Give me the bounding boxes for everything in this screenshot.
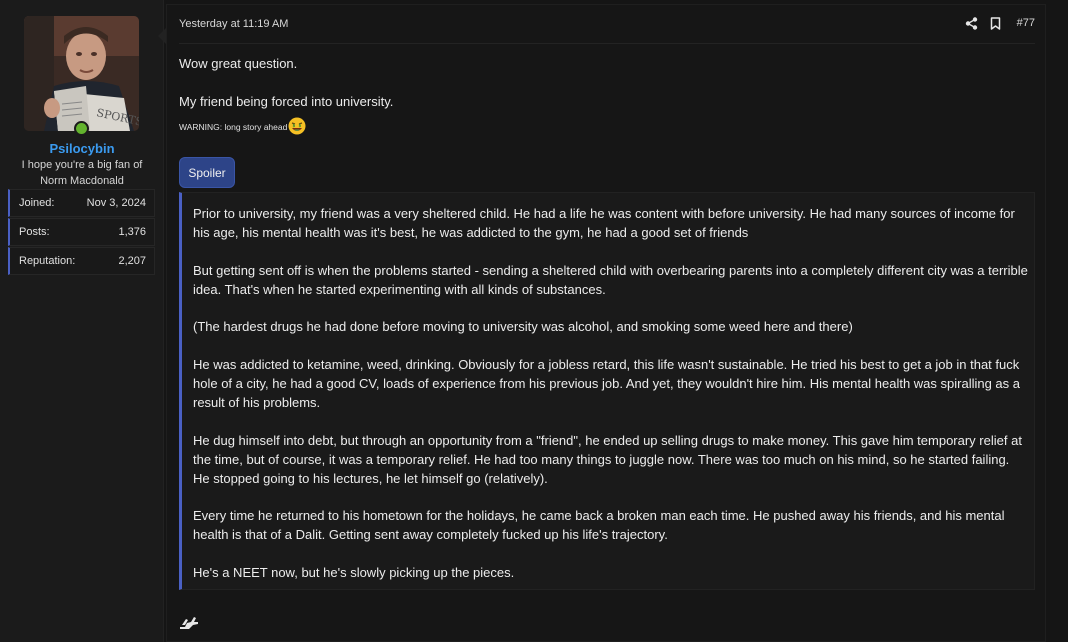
spoiler-button[interactable]: Spoiler bbox=[179, 157, 235, 188]
stat-value: Nov 3, 2024 bbox=[86, 197, 146, 209]
spoiler-content: Prior to university, my friend was a ver… bbox=[179, 192, 1035, 590]
post-line-1: Wow great question. bbox=[179, 56, 298, 71]
spoiler-paragraph: He's a NEET now, but he's slowly picking… bbox=[193, 565, 515, 580]
post-header: Yesterday at 11:19 AM #77 bbox=[179, 15, 1039, 35]
spoiler-paragraph: He dug himself into debt, but through an… bbox=[193, 433, 1022, 486]
stat-value[interactable]: 1,376 bbox=[118, 226, 146, 238]
avatar[interactable]: SPORTS bbox=[24, 16, 139, 131]
message-arrow bbox=[158, 28, 166, 44]
stat-label: Joined: bbox=[19, 197, 55, 209]
spoiler-paragraph: But getting sent off is when the problem… bbox=[193, 263, 1028, 297]
reaction-icon[interactable] bbox=[179, 614, 199, 630]
online-status-indicator bbox=[74, 121, 89, 136]
post-actions: #77 bbox=[965, 16, 1035, 30]
stat-label: Posts: bbox=[19, 226, 50, 238]
bookmark-icon[interactable] bbox=[989, 16, 1003, 30]
stat-value: 2,207 bbox=[118, 255, 146, 267]
post-line-2: My friend being forced into university. bbox=[179, 94, 394, 109]
stat-joined: Joined: Nov 3, 2024 bbox=[8, 189, 155, 217]
header-divider bbox=[179, 43, 1035, 44]
spoiler-paragraph: Every time he returned to his hometown f… bbox=[193, 508, 1005, 542]
grinning-money-emoji-icon: $ $ bbox=[288, 117, 306, 135]
post-number-link[interactable]: #77 bbox=[1017, 17, 1035, 29]
post-timestamp[interactable]: Yesterday at 11:19 AM bbox=[179, 18, 288, 30]
svg-text:$: $ bbox=[299, 123, 302, 128]
spoiler-paragraph: (The hardest drugs he had done before mo… bbox=[193, 319, 853, 334]
warning-text: WARNING: long story ahead bbox=[179, 122, 288, 132]
spoiler-paragraph: Prior to university, my friend was a ver… bbox=[193, 206, 1015, 240]
user-stats: Joined: Nov 3, 2024 Posts: 1,376 Reputat… bbox=[8, 189, 155, 276]
stat-posts: Posts: 1,376 bbox=[8, 218, 155, 246]
warning-line: WARNING: long story ahead $ $ bbox=[179, 117, 306, 135]
share-icon[interactable] bbox=[965, 16, 979, 30]
user-info-column: SPORTS Psilocybin I hope you're a big fa… bbox=[0, 0, 164, 642]
svg-text:$: $ bbox=[293, 123, 296, 128]
forum-post: SPORTS Psilocybin I hope you're a big fa… bbox=[0, 0, 1068, 642]
stat-reputation: Reputation: 2,207 bbox=[8, 247, 155, 275]
stat-label: Reputation: bbox=[19, 255, 76, 267]
user-title: I hope you're a big fan of Norm Macdonal… bbox=[21, 159, 143, 187]
username-link[interactable]: Psilocybin bbox=[0, 141, 164, 156]
spoiler-paragraph: He was addicted to ketamine, weed, drink… bbox=[193, 357, 1020, 410]
